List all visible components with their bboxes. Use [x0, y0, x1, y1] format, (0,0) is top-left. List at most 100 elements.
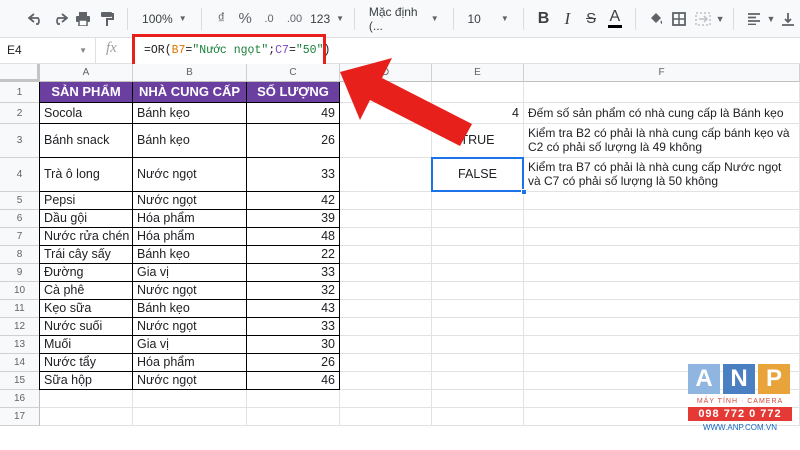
table-cell[interactable]: 33	[247, 158, 340, 192]
cell[interactable]	[340, 210, 432, 228]
table-header-cell[interactable]: SỐ LƯỢNG	[247, 82, 340, 103]
cell[interactable]	[432, 372, 524, 390]
select-all-corner[interactable]	[0, 64, 40, 82]
cell[interactable]	[247, 408, 340, 426]
cell[interactable]	[340, 264, 432, 282]
cell[interactable]	[133, 390, 247, 408]
cell[interactable]	[432, 354, 524, 372]
cell[interactable]	[524, 210, 800, 228]
row-header[interactable]: 6	[0, 210, 40, 228]
cell[interactable]	[133, 408, 247, 426]
row-header[interactable]: 5	[0, 192, 40, 210]
row-header[interactable]: 11	[0, 300, 40, 318]
table-cell[interactable]: Nước ngọt	[133, 192, 247, 210]
table-cell[interactable]: Bánh kẹo	[133, 300, 247, 318]
table-cell[interactable]: 48	[247, 228, 340, 246]
paint-format-icon[interactable]	[95, 5, 119, 33]
table-cell[interactable]: 33	[247, 318, 340, 336]
cell[interactable]	[340, 246, 432, 264]
print-icon[interactable]	[72, 5, 96, 33]
table-cell[interactable]: Nước rửa chén	[40, 228, 133, 246]
row-header[interactable]: 13	[0, 336, 40, 354]
table-cell[interactable]: Gia vị	[133, 336, 247, 354]
row-header[interactable]: 2	[0, 103, 40, 124]
italic-button[interactable]: I	[555, 5, 579, 33]
cell[interactable]	[340, 228, 432, 246]
table-header-cell[interactable]: SẢN PHẨM	[40, 82, 133, 103]
table-cell[interactable]: Đường	[40, 264, 133, 282]
table-cell[interactable]: Trà ô long	[40, 158, 133, 192]
row-header[interactable]: 17	[0, 408, 40, 426]
table-cell[interactable]: Sữa hộp	[40, 372, 133, 390]
row-header[interactable]: 15	[0, 372, 40, 390]
cell[interactable]	[524, 300, 800, 318]
redo-icon[interactable]	[48, 5, 72, 33]
cell[interactable]	[340, 336, 432, 354]
column-header[interactable]: B	[133, 64, 247, 82]
number-format-select[interactable]: 123 ▼	[308, 5, 346, 33]
cell[interactable]	[524, 228, 800, 246]
cell[interactable]	[524, 282, 800, 300]
row-header[interactable]: 14	[0, 354, 40, 372]
table-cell[interactable]: Nước suối	[40, 318, 133, 336]
cell[interactable]	[40, 390, 133, 408]
cell[interactable]	[340, 192, 432, 210]
cell[interactable]	[432, 264, 524, 282]
table-cell[interactable]: Nước ngọt	[133, 282, 247, 300]
decrease-decimal-button[interactable]: .0	[257, 5, 281, 33]
table-cell[interactable]: 42	[247, 192, 340, 210]
cell[interactable]	[340, 300, 432, 318]
column-header[interactable]: F	[524, 64, 800, 82]
cell[interactable]	[340, 372, 432, 390]
cell[interactable]	[432, 390, 524, 408]
table-cell[interactable]: Bánh kẹo	[133, 246, 247, 264]
note-cell[interactable]: Đếm số sản phẩm có nhà cung cấp là Bánh …	[524, 103, 800, 124]
table-cell[interactable]: Hóa phẩm	[133, 210, 247, 228]
table-cell[interactable]: Bánh kẹo	[133, 124, 247, 158]
cell[interactable]	[432, 192, 524, 210]
cell[interactable]	[432, 210, 524, 228]
row-header[interactable]: 3	[0, 124, 40, 158]
percent-format-button[interactable]: %	[233, 5, 257, 33]
row-header[interactable]: 12	[0, 318, 40, 336]
cell[interactable]	[524, 192, 800, 210]
bold-button[interactable]: B	[532, 5, 556, 33]
table-cell[interactable]: 30	[247, 336, 340, 354]
row-header[interactable]: 10	[0, 282, 40, 300]
table-cell[interactable]: 43	[247, 300, 340, 318]
table-cell[interactable]: 46	[247, 372, 340, 390]
formula-input[interactable]: =OR(B7="Nước ngọt";C7="50")	[132, 34, 330, 68]
strikethrough-button[interactable]: S	[579, 5, 603, 33]
table-cell[interactable]: Hóa phẩm	[133, 354, 247, 372]
cell[interactable]	[247, 390, 340, 408]
row-header[interactable]: 9	[0, 264, 40, 282]
table-cell[interactable]: 33	[247, 264, 340, 282]
cell[interactable]	[340, 282, 432, 300]
cell[interactable]	[432, 408, 524, 426]
cell[interactable]	[524, 264, 800, 282]
table-cell[interactable]: 49	[247, 103, 340, 124]
cell[interactable]	[432, 318, 524, 336]
cell[interactable]	[524, 336, 800, 354]
table-cell[interactable]: Nước tẩy	[40, 354, 133, 372]
borders-icon[interactable]	[667, 5, 691, 33]
table-cell[interactable]: Nước ngọt	[133, 318, 247, 336]
chevron-down-icon[interactable]: ▼	[715, 5, 725, 33]
table-cell[interactable]: Gia vị	[133, 264, 247, 282]
cell[interactable]	[340, 408, 432, 426]
table-cell[interactable]: Hóa phẩm	[133, 228, 247, 246]
table-cell[interactable]: Muối	[40, 336, 133, 354]
cell[interactable]	[524, 318, 800, 336]
table-cell[interactable]: Nước ngọt	[133, 372, 247, 390]
table-cell[interactable]: Kẹo sữa	[40, 300, 133, 318]
font-select[interactable]: Mặc định (... ▼	[363, 5, 445, 33]
row-header[interactable]: 4	[0, 158, 40, 192]
increase-decimal-button[interactable]: .00	[281, 5, 308, 33]
cell[interactable]	[432, 336, 524, 354]
fill-color-icon[interactable]	[644, 5, 668, 33]
cell[interactable]	[432, 282, 524, 300]
note-cell[interactable]: Kiểm tra B2 có phải là nhà cung cấp bánh…	[524, 124, 800, 158]
row-header[interactable]: 16	[0, 390, 40, 408]
row-header[interactable]: 7	[0, 228, 40, 246]
text-color-button[interactable]: A	[603, 5, 627, 33]
